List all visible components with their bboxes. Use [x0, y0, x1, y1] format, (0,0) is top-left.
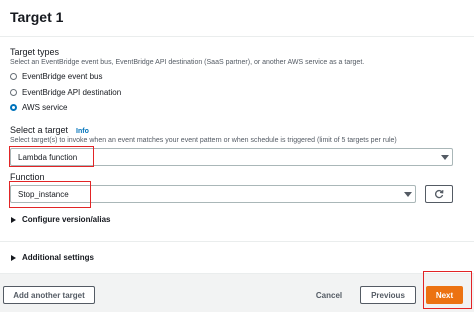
radio-button-selected-icon[interactable] — [10, 103, 17, 111]
target-select-value: Lambda function — [18, 152, 78, 162]
add-another-target-button[interactable]: Add another target — [3, 286, 95, 304]
configure-version-expander[interactable]: Configure version/alias — [11, 215, 110, 224]
function-select[interactable]: Stop_instance — [10, 185, 416, 203]
select-target-description: Select target(s) to invoke when an event… — [10, 137, 397, 144]
chevron-down-icon — [441, 155, 449, 160]
previous-button[interactable]: Previous — [360, 286, 416, 304]
card-title: Target 1 — [10, 9, 64, 25]
refresh-button[interactable] — [425, 185, 453, 203]
next-button[interactable]: Next — [426, 286, 463, 304]
target-select[interactable]: Lambda function — [10, 148, 453, 166]
function-select-value: Stop_instance — [18, 189, 69, 199]
caret-right-icon — [11, 254, 16, 261]
radio-label: AWS service — [22, 102, 68, 112]
select-target-label: Select a target Info — [10, 125, 89, 135]
target-card: Target 1 Target types Select an EventBri… — [0, 0, 474, 274]
radio-label: EventBridge event bus — [22, 71, 103, 81]
radio-eventbridge-api-destination[interactable]: EventBridge API destination — [10, 86, 121, 98]
cancel-button[interactable]: Cancel — [304, 286, 354, 304]
radio-aws-service[interactable]: AWS service — [10, 101, 68, 113]
select-target-label-text: Select a target — [10, 125, 69, 135]
additional-settings-label: Additional settings — [22, 253, 94, 262]
additional-settings-expander[interactable]: Additional settings — [11, 253, 94, 262]
info-link[interactable]: Info — [76, 128, 89, 135]
radio-label: EventBridge API destination — [22, 87, 122, 97]
radio-button-icon[interactable] — [10, 88, 17, 96]
refresh-icon — [434, 189, 444, 199]
caret-right-icon — [11, 216, 16, 223]
radio-button-icon[interactable] — [10, 72, 17, 80]
target-types-label: Target types — [10, 47, 60, 57]
section-divider — [0, 241, 474, 242]
target-types-description: Select an EventBridge event bus, EventBr… — [10, 59, 365, 66]
configure-version-label: Configure version/alias — [22, 215, 111, 224]
function-label: Function — [10, 172, 45, 182]
chevron-down-icon — [404, 192, 412, 197]
header-divider — [0, 36, 474, 37]
radio-eventbridge-event-bus[interactable]: EventBridge event bus — [10, 70, 103, 82]
